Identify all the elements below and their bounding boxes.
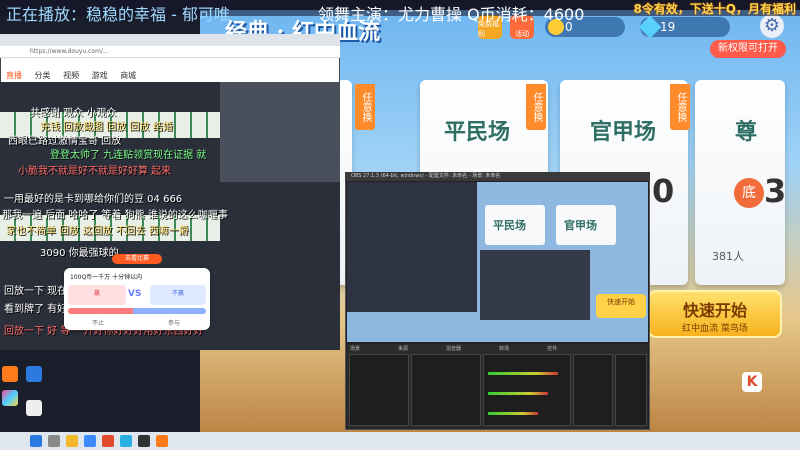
player-count: 381人 [712,250,744,263]
vote-option-b[interactable]: 不赢 [150,285,206,305]
obs-controls-panel[interactable] [615,354,647,426]
nav-item-game[interactable]: 游戏 [92,71,108,80]
camera-feed [220,82,340,182]
danmu-line: 西眼已路过激情宝哥 回放 [8,136,122,147]
obs-transitions-panel[interactable] [573,354,613,426]
mini-room-card: 平民场 [485,205,545,245]
danmu-line: 登登太帅了 九连贴领赏现在证据 就 [50,150,207,161]
start-icon[interactable] [30,435,42,447]
vote-title: 100Q币一千万 十分钟以内 [70,274,143,281]
audio-meter [488,372,558,375]
vote-foot-left[interactable]: 不止 [92,318,104,327]
new-user-button[interactable]: 新权限可打开 [710,40,786,58]
any-swap-tag: 任意换 [526,84,546,130]
vote-vs: VS [128,289,142,299]
obs-icon[interactable] [138,435,150,447]
obs-transitions-header: 转场 [499,346,510,352]
promo-text: 8令有效，下送十Q，月有福利 [633,2,796,16]
obs-title-bar[interactable]: OBS 27.1.3 (64-bit, windows) - 配置文件: 未命名… [345,172,650,181]
obs-sources-panel[interactable] [411,354,481,426]
room-card-name: 尊 [735,119,758,145]
address-bar[interactable]: https://www.douyu.com/... [0,46,340,58]
nav-item-video[interactable]: 视频 [63,71,79,80]
danmu-line: 那我一遍 后面 哈哈了 等着 狗熊 谁说的这么咖喱事 [2,210,228,221]
obs-nested-desktop [347,182,477,312]
watch-match-button[interactable]: 去看比赛 [112,254,162,264]
nav-item-live[interactable]: 直播 [6,71,22,80]
audio-meter [488,392,548,395]
obs-scenes-header: 场景 [350,346,361,352]
obs-mixer-header: 混音器 [446,346,462,352]
obs-nested-window [480,250,590,320]
streamer-info: 领舞主演：尤力曹操 Q币消耗：4600 [318,5,585,24]
obs-controls-header: 控件 [547,346,558,352]
browser-icon[interactable] [84,435,96,447]
mini-quick-start: 快速开始 [596,294,646,318]
nav-item-category[interactable]: 分类 [35,71,51,80]
quick-start-label: 快速开始 [682,301,747,320]
obs-sources-header: 来源 [398,346,409,352]
room-score: 3 [764,172,787,210]
obs-mixer-panel[interactable] [483,354,571,426]
mini-room-card: 官甲场 [556,205,616,245]
danmu-line: 共感谢 观众 小观众 [30,108,117,119]
vote-progress-fill [68,308,133,314]
any-swap-tag: 任意换 [670,84,690,130]
obs-dock-headers: 场景 来源 混音器 转场 控件 [350,345,645,352]
desktop-app-icon[interactable] [2,366,18,382]
danmu-line: 小脆我不就是好不就是好好算 起来 [18,166,172,177]
danmu-line: 充钱 回放截图 回放 回放 结婚 [40,122,173,133]
kuaishou-logo-icon[interactable]: K [742,372,762,392]
app-icon[interactable] [120,435,132,447]
vote-foot-right[interactable]: 参与 [168,318,180,327]
mini-room-name: 平民场 [493,219,526,232]
room-card-name: 官甲场 [590,119,657,145]
quick-start-button[interactable]: 快速开始 红中血流 菜鸟场 [648,290,782,338]
desktop-app-icon[interactable] [26,400,42,416]
danmu-line: 一用最好的是卡到哪给你们的豆 04 666 [4,194,183,205]
room-score: 0 [652,172,675,210]
now-playing-marquee: 正在播放：稳稳的幸福 - 郁可唯 [6,5,230,24]
desktop-app-icon[interactable] [26,366,42,382]
nav-item-shop[interactable]: 商城 [120,71,136,80]
vote-progress [68,308,206,314]
desktop-app-icon[interactable] [2,390,18,406]
quick-start-sub: 红中血流 菜鸟场 [682,324,748,334]
di-badge: 底 [734,178,764,208]
vote-option-a[interactable]: 赢 [68,285,126,305]
obs-scenes-panel[interactable] [349,354,409,426]
app-icon[interactable] [156,435,168,447]
gear-icon[interactable]: ⚙ [760,14,784,38]
audio-meter [488,412,538,415]
app-icon[interactable] [102,435,114,447]
room-card-name: 平民场 [444,119,511,145]
search-icon[interactable] [48,435,60,447]
mini-room-name: 官甲场 [564,219,597,232]
danmu-line: 家也不简单 回放 这回放 不回去 西嘛一爵 [6,226,189,237]
danmu-line: 3090 你最强球的 [40,248,119,259]
folder-icon[interactable] [66,435,78,447]
browser-tab-bar[interactable] [0,34,340,46]
any-swap-tag: 任意换 [355,84,375,130]
